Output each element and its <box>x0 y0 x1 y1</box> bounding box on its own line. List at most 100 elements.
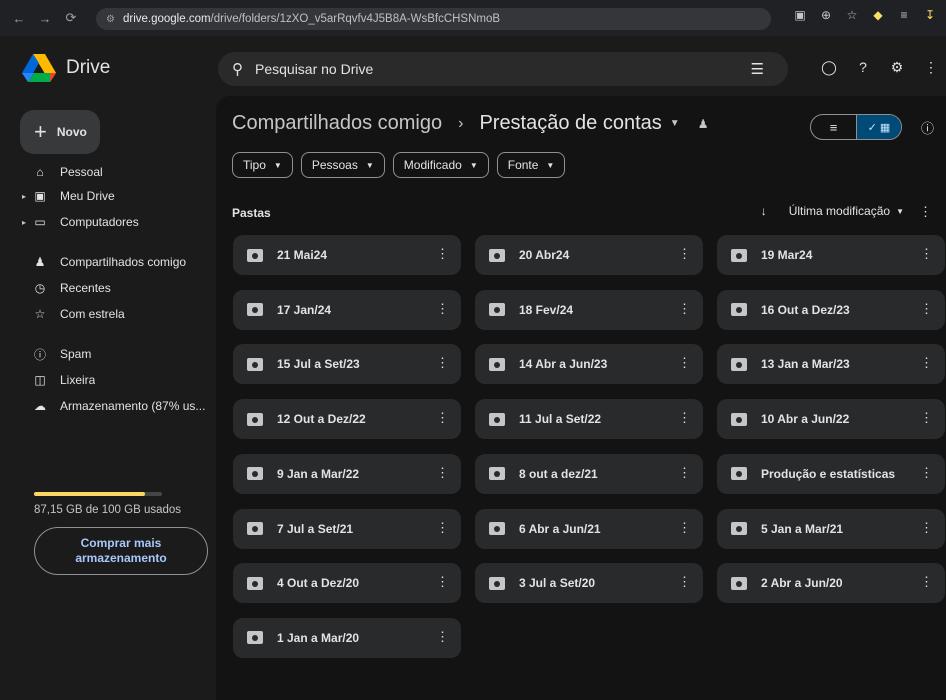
filter-fonte[interactable]: Fonte ▼ <box>496 152 566 178</box>
more-options-icon[interactable]: ⋮ <box>436 355 449 371</box>
sidebar-item-com-estrela[interactable]: ☆ Com estrela <box>0 302 216 326</box>
folder-card[interactable]: 16 Out a Dez/23 ⋮ <box>717 289 945 330</box>
folder-card[interactable]: Produção e estatísticas ⋮ <box>717 453 945 494</box>
folder-card[interactable]: 5 Jan a Mar/21 ⋮ <box>717 508 945 549</box>
folder-card[interactable]: 3 Jul a Set/20 ⋮ <box>475 563 703 604</box>
dropdown-arrow-icon[interactable]: ▼ <box>670 118 680 129</box>
folder-card[interactable]: 18 Fev/24 ⋮ <box>475 289 703 330</box>
site-settings-icon[interactable]: ⚙ <box>106 14 115 25</box>
reading-list-icon[interactable]: ≡ <box>894 8 914 22</box>
grid-view-icon[interactable]: ✓ ▦ <box>855 115 901 139</box>
folder-card[interactable]: 1 Jan a Mar/20 ⋮ <box>233 617 461 658</box>
folder-name: 4 Out a Dez/20 <box>277 576 360 591</box>
more-options-icon[interactable]: ⋮ <box>920 465 933 481</box>
help-icon[interactable]: ? <box>854 58 872 76</box>
more-options-icon[interactable]: ⋮ <box>920 301 933 317</box>
sidebar-item-label: Armazenamento (87% us... <box>60 399 206 413</box>
dropdown-arrow-icon[interactable]: ▼ <box>896 207 904 216</box>
folder-card[interactable]: 7 Jul a Set/21 ⋮ <box>233 508 461 549</box>
sidebar-item-label: Com estrela <box>60 307 125 321</box>
more-options-icon[interactable]: ⋮ <box>919 204 932 220</box>
search-input[interactable]: Pesquisar no Drive <box>255 61 373 77</box>
more-options-icon[interactable]: ⋮ <box>920 246 933 262</box>
more-options-icon[interactable]: ⋮ <box>678 246 691 262</box>
more-options-icon[interactable]: ⋮ <box>436 465 449 481</box>
folder-card[interactable]: 12 Out a Dez/22 ⋮ <box>233 399 461 440</box>
sidebar-item-spam[interactable]: ⓘ Spam <box>0 342 216 366</box>
zoom-icon[interactable]: ⊕ <box>816 8 836 22</box>
ready-offline-icon[interactable]: ◯ <box>820 58 838 76</box>
search-icon[interactable]: ⚲ <box>232 60 243 78</box>
drive-logo[interactable]: Drive <box>22 54 110 82</box>
breadcrumb-current[interactable]: Prestação de contas <box>479 112 661 135</box>
buy-storage-button[interactable]: Comprar mais armazenamento <box>34 527 208 575</box>
more-options-icon[interactable]: ⋮ <box>678 301 691 317</box>
folder-card[interactable]: 13 Jan a Mar/23 ⋮ <box>717 344 945 385</box>
folder-card[interactable]: 10 Abr a Jun/22 ⋮ <box>717 399 945 440</box>
more-options-icon[interactable]: ⋮ <box>920 410 933 426</box>
sidebar-item-recentes[interactable]: ◷ Recentes <box>0 276 216 300</box>
folder-card[interactable]: 8 out a dez/21 ⋮ <box>475 453 703 494</box>
apps-grid-icon[interactable]: ⋮ <box>922 58 940 76</box>
reload-icon[interactable]: ⟳ <box>60 7 82 29</box>
buy-storage-label-line1: Comprar mais <box>80 536 162 550</box>
folder-card[interactable]: 2 Abr a Jun/20 ⋮ <box>717 563 945 604</box>
folder-card[interactable]: 17 Jan/24 ⋮ <box>233 289 461 330</box>
more-options-icon[interactable]: ⋮ <box>920 355 933 371</box>
more-options-icon[interactable]: ⋮ <box>436 301 449 317</box>
folder-card[interactable]: 15 Jul a Set/23 ⋮ <box>233 344 461 385</box>
folder-card[interactable]: 19 Mar24 ⋮ <box>717 235 945 275</box>
download-icon[interactable]: ↧ <box>920 8 940 22</box>
more-options-icon[interactable]: ⋮ <box>678 355 691 371</box>
sidebar-item-lixeira[interactable]: ◫ Lixeira <box>0 368 216 392</box>
cast-icon[interactable]: ▣ <box>790 8 810 22</box>
more-options-icon[interactable]: ⋮ <box>920 574 933 590</box>
folder-card[interactable]: 14 Abr a Jun/23 ⋮ <box>475 344 703 385</box>
more-options-icon[interactable]: ⋮ <box>678 520 691 536</box>
dropdown-arrow-icon: ▼ <box>273 160 282 170</box>
sort-label[interactable]: Última modificação <box>789 204 890 218</box>
breadcrumb-parent[interactable]: Compartilhados comigo <box>232 112 442 135</box>
extensions-icon[interactable]: ◆ <box>868 8 888 22</box>
folder-card[interactable]: 4 Out a Dez/20 ⋮ <box>233 563 461 604</box>
more-options-icon[interactable]: ⋮ <box>436 629 449 645</box>
filter-tipo[interactable]: Tipo ▼ <box>232 152 293 178</box>
shared-folder-icon <box>247 303 263 317</box>
more-options-icon[interactable]: ⋮ <box>678 410 691 426</box>
folder-card[interactable]: 6 Abr a Jun/21 ⋮ <box>475 508 703 549</box>
sidebar-item-armazenamento[interactable]: ☁ Armazenamento (87% us... <box>0 394 216 418</box>
sidebar-item-computadores[interactable]: ▸ ▭ Computadores <box>0 210 216 234</box>
sort-direction-icon[interactable]: ↓ <box>761 204 767 218</box>
more-options-icon[interactable]: ⋮ <box>436 246 449 262</box>
list-view-icon[interactable]: ≡ <box>811 115 856 139</box>
sidebar-item-pessoal[interactable]: ⌂ Pessoal <box>0 160 216 184</box>
more-options-icon[interactable]: ⋮ <box>678 465 691 481</box>
expand-caret-icon[interactable]: ▸ <box>0 218 30 227</box>
arrow-right-icon[interactable]: → <box>34 7 56 29</box>
more-options-icon[interactable]: ⋮ <box>920 520 933 536</box>
search-options-icon[interactable]: ☰ <box>751 60 764 78</box>
filter-modificado[interactable]: Modificado ▼ <box>392 152 489 178</box>
folder-card[interactable]: 20 Abr24 ⋮ <box>475 235 703 275</box>
more-options-icon[interactable]: ⋮ <box>436 410 449 426</box>
folder-card[interactable]: 21 Mai24 ⋮ <box>233 235 461 275</box>
sidebar-item-compartilhados[interactable]: ♟ Compartilhados comigo <box>0 250 216 274</box>
address-bar[interactable]: ⚙ drive.google.com/drive/folders/1zXO_v5… <box>96 8 771 30</box>
expand-caret-icon[interactable]: ▸ <box>0 192 30 201</box>
folder-name: 13 Jan a Mar/23 <box>761 357 850 372</box>
info-icon[interactable]: ⓘ <box>921 118 934 137</box>
new-button[interactable]: + Novo <box>20 110 100 154</box>
more-options-icon[interactable]: ⋮ <box>436 574 449 590</box>
filter-pessoas[interactable]: Pessoas ▼ <box>300 152 385 178</box>
star-icon: ☆ <box>34 307 46 321</box>
more-options-icon[interactable]: ⋮ <box>678 574 691 590</box>
more-options-icon[interactable]: ⋮ <box>436 520 449 536</box>
settings-gear-icon[interactable]: ⚙ <box>888 58 906 76</box>
search-bar[interactable]: ⚲ Pesquisar no Drive ☰ <box>218 52 788 86</box>
sidebar-item-meu-drive[interactable]: ▸ ▣ Meu Drive <box>0 184 216 208</box>
shared-folder-icon[interactable]: ♟ <box>698 117 709 131</box>
arrow-left-icon[interactable]: ← <box>8 7 30 29</box>
folder-card[interactable]: 11 Jul a Set/22 ⋮ <box>475 399 703 440</box>
bookmark-star-icon[interactable]: ☆ <box>842 8 862 22</box>
folder-card[interactable]: 9 Jan a Mar/22 ⋮ <box>233 453 461 494</box>
